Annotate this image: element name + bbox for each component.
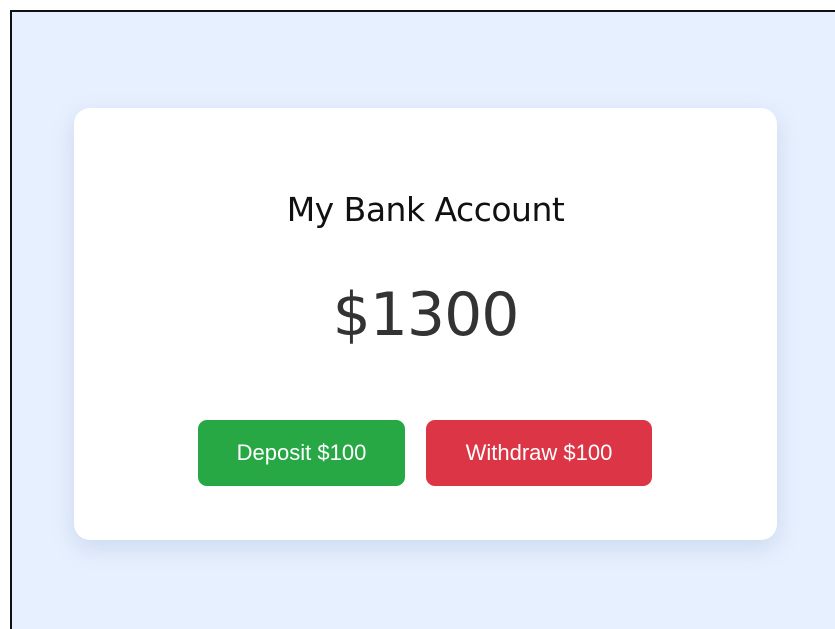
balance-display: $1300 [332, 280, 520, 350]
page-background: My Bank Account $1300 Deposit $100 Withd… [10, 10, 835, 629]
account-card: My Bank Account $1300 Deposit $100 Withd… [74, 108, 777, 540]
withdraw-button[interactable]: Withdraw $100 [426, 420, 652, 486]
deposit-button[interactable]: Deposit $100 [198, 420, 405, 486]
account-title: My Bank Account [286, 190, 565, 229]
